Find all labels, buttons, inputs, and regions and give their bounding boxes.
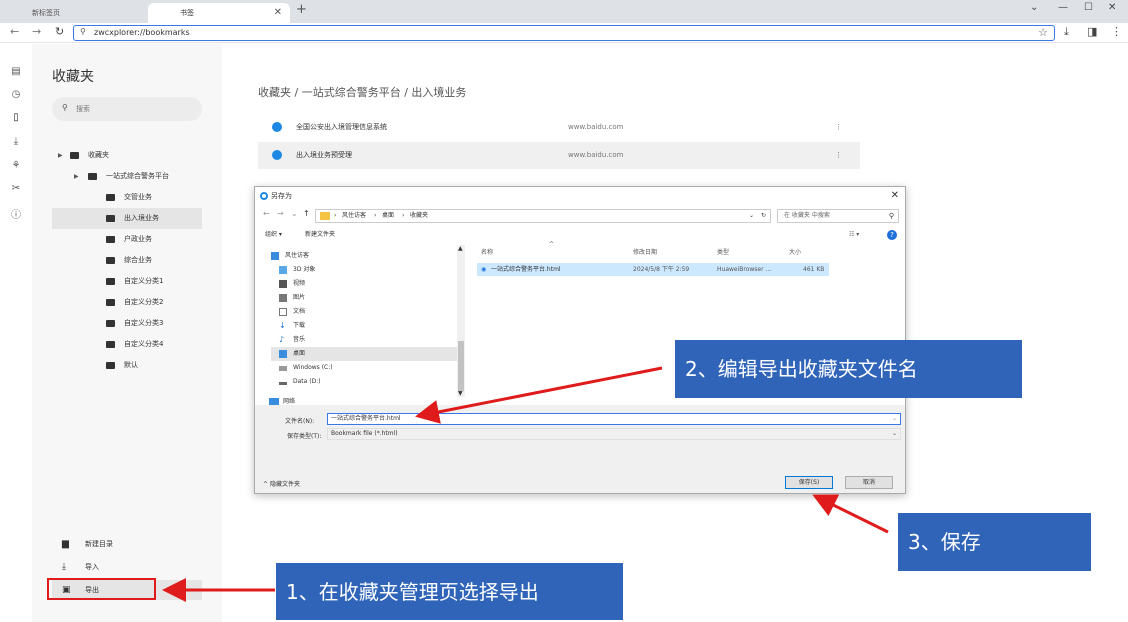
- callout-step3: 3、保存: [898, 513, 1091, 571]
- callout-step2-text: 2、编辑导出收藏夹文件名: [685, 357, 918, 381]
- callout-step2: 2、编辑导出收藏夹文件名: [675, 340, 1022, 398]
- callout-step1-text: 1、在收藏夹管理页选择导出: [286, 579, 539, 604]
- callout-step3-text: 3、保存: [908, 530, 981, 554]
- arrow-step2: [415, 366, 663, 424]
- arrow-step3: [812, 494, 889, 534]
- callout-step1: 1、在收藏夹管理页选择导出: [276, 563, 623, 620]
